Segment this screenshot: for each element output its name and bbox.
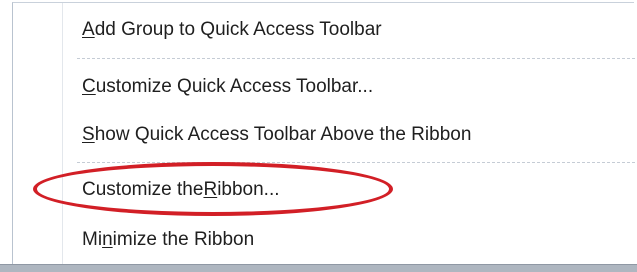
menu-item-minimize-the-ribbon[interactable]: Mi n imize the Ribbon	[63, 218, 635, 262]
window-status-bar-edge	[0, 264, 637, 272]
menu-item-label-post: imize the Ribbon	[112, 229, 255, 250]
menu-item-label-post: dd Group to Quick Access Toolbar	[94, 19, 382, 40]
menu-item-accelerator-key: n	[102, 229, 113, 250]
menu-item-show-quick-access-toolbar-above-ribbon[interactable]: Show Quick Access Toolbar Above the Ribb…	[63, 113, 635, 157]
menu-item-label-post: ibbon...	[217, 179, 280, 200]
menu-item-add-group-to-quick-access-toolbar[interactable]: Add Group to Quick Access Toolbar	[63, 8, 635, 52]
menu-item-label-pre: Customize the	[82, 179, 204, 200]
menu-separator	[77, 162, 635, 163]
menu-item-label-post: how Quick Access Toolbar Above the Ribbo…	[94, 124, 472, 145]
menu-item-label-pre: Mi	[82, 229, 103, 250]
menu-item-accelerator-key: S	[82, 124, 95, 145]
menu-item-label-post: ustomize Quick Access Toolbar...	[95, 76, 374, 97]
menu-item-accelerator-key: R	[203, 179, 218, 200]
menu-item-accelerator-key: A	[82, 19, 95, 40]
menu-icon-gutter	[13, 3, 63, 264]
menu-item-customize-quick-access-toolbar[interactable]: Customize Quick Access Toolbar...	[63, 65, 635, 109]
menu-separator	[77, 58, 635, 59]
screenshot-canvas: Add Group to Quick Access Toolbar Custom…	[0, 0, 637, 272]
ribbon-context-menu: Add Group to Quick Access Toolbar Custom…	[12, 2, 635, 264]
menu-item-accelerator-key: C	[82, 76, 96, 97]
menu-item-customize-the-ribbon[interactable]: Customize the Ribbon...	[63, 168, 635, 212]
